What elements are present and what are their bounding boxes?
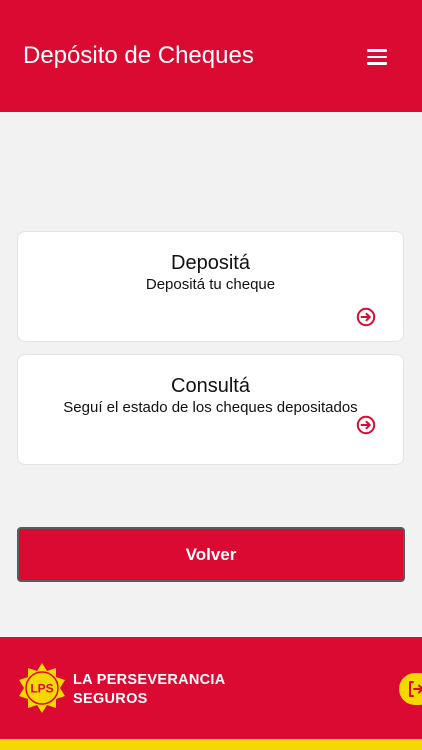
consult-card-subtitle: Seguí el estado de los cheques depositad… xyxy=(63,399,358,416)
app-header: Depósito de Cheques xyxy=(0,0,422,112)
page-title: Depósito de Cheques xyxy=(23,42,254,69)
deposit-card-subtitle: Depositá tu cheque xyxy=(145,276,276,293)
footer: LPS LA PERSEVERANCIA SEGUROS xyxy=(0,637,422,739)
hamburger-menu-icon[interactable] xyxy=(360,44,394,70)
arrow-right-circle-icon[interactable] xyxy=(356,307,376,327)
consult-card-title: Consultá xyxy=(171,375,250,397)
footer-accent-bar xyxy=(0,739,422,750)
brand-name: LA PERSEVERANCIA SEGUROS xyxy=(73,671,226,709)
logout-button[interactable] xyxy=(399,673,422,705)
volver-button[interactable]: Volver xyxy=(17,527,405,582)
deposit-card-title: Depositá xyxy=(171,252,250,274)
arrow-right-circle-icon[interactable] xyxy=(356,415,376,435)
brand-line-1: LA PERSEVERANCIA xyxy=(73,672,226,688)
logo-text: LPS xyxy=(30,682,53,696)
lps-logo-icon: LPS xyxy=(19,663,65,713)
brand-line-2: SEGUROS xyxy=(73,691,148,707)
deposit-card[interactable]: Depositá Depositá tu cheque xyxy=(17,231,404,342)
consult-card[interactable]: Consultá Seguí el estado de los cheques … xyxy=(17,354,404,465)
logout-icon xyxy=(409,681,422,697)
